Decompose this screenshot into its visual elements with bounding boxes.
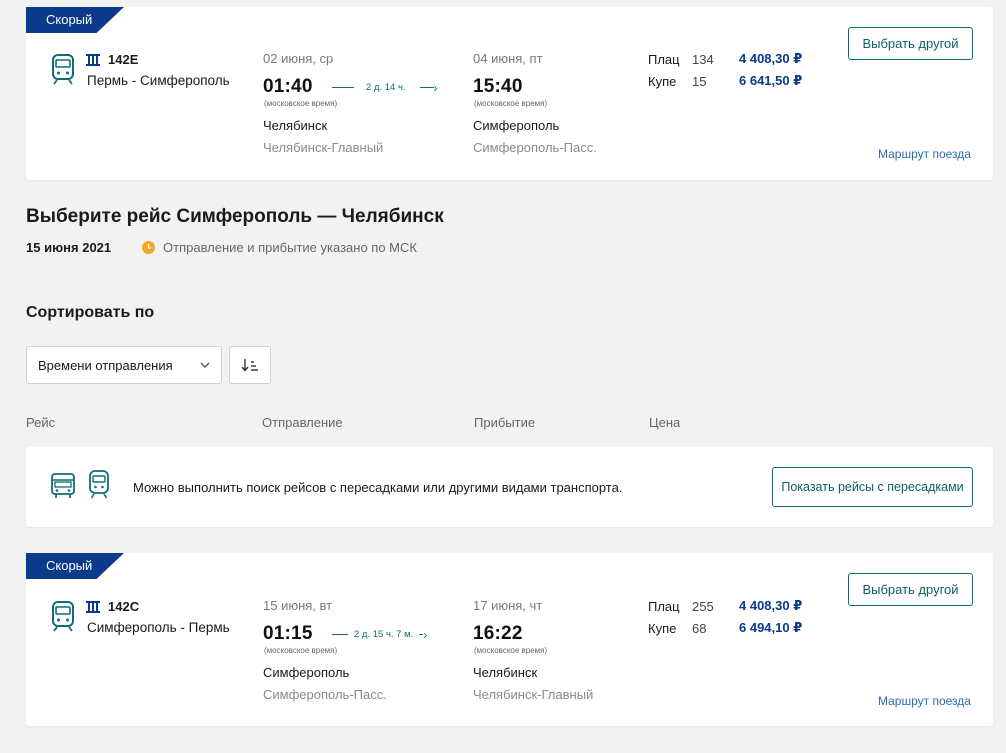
sort-title: Сортировать по: [26, 304, 155, 321]
sort-direction-button[interactable]: [229, 346, 271, 384]
depart-time: 01:15: [263, 623, 313, 644]
trip-card-1: Скорый 142Е Пермь - Симферополь 02 июня,…: [26, 7, 993, 180]
arrive-city: Челябинск: [473, 665, 538, 680]
show-transfers-button[interactable]: Показать рейсы с пересадками: [772, 467, 973, 507]
train-number: 142Е: [108, 52, 139, 67]
price-value: 4 408,30 ₽: [739, 51, 803, 66]
sort-select-value: Времени отправления: [38, 357, 173, 373]
price-row[interactable]: Плац 134 4 408,30 ₽: [648, 48, 802, 70]
column-header-price: Цена: [649, 415, 681, 430]
car-type: Купе: [648, 73, 677, 89]
depart-city: Симферополь: [263, 665, 350, 680]
train-route-link[interactable]: Маршрут поезда: [878, 147, 971, 161]
msk-time-note: Отправление и прибытие указано по МСК: [163, 240, 417, 255]
arrive-time: 16:22: [473, 623, 523, 644]
depart-date: 02 июня, ср: [263, 51, 334, 66]
arrive-time-note: (московское время): [474, 646, 548, 655]
train-type-badge: Скорый: [26, 7, 124, 33]
depart-station: Симферополь-Пасс.: [263, 687, 387, 702]
depart-station: Челябинск-Главный: [263, 140, 384, 155]
duration-text: 2 д. 14 ч.: [366, 82, 406, 93]
seat-count: 15: [692, 73, 707, 89]
depart-time-note: (московское время): [264, 646, 338, 655]
arrive-time-note: (московское время): [474, 99, 548, 108]
sort-select[interactable]: Времени отправления: [26, 346, 222, 384]
arrive-city: Симферополь: [473, 118, 560, 133]
train-icon: [89, 470, 109, 499]
column-header-depart: Отправление: [262, 415, 343, 430]
depart-time-note: (московское время): [264, 99, 338, 108]
price-value: 4 408,30 ₽: [739, 598, 803, 613]
price-row[interactable]: Купе 15 6 641,50 ₽: [648, 70, 802, 92]
arrive-time: 15:40: [473, 76, 523, 97]
train-number-row: 142Е: [86, 52, 138, 67]
seat-count: 255: [692, 598, 714, 614]
car-type: Плац: [648, 598, 680, 614]
arrive-date: 17 июня, чт: [473, 598, 543, 613]
choose-other-button[interactable]: Выбрать другой: [848, 573, 973, 606]
train-icon: [52, 601, 74, 632]
choose-other-button[interactable]: Выбрать другой: [848, 27, 973, 60]
clock-icon: [142, 241, 155, 254]
car-type: Плац: [648, 51, 680, 67]
trip-duration: 2 д. 14 ч. ›: [332, 80, 438, 95]
rail-icon: [86, 53, 100, 66]
seat-count: 134: [692, 51, 714, 67]
train-route: Пермь - Симферополь: [87, 73, 230, 88]
depart-date: 15 июня, вт: [263, 598, 333, 613]
train-route: Симферополь - Пермь: [87, 620, 230, 635]
train-icon: [52, 54, 74, 85]
arrive-station: Симферополь-Пасс.: [473, 140, 597, 155]
bus-icon: [51, 473, 75, 498]
price-list: Плац 255 4 408,30 ₽ Купе 68 6 494,10 ₽: [648, 595, 802, 639]
transfer-info-text: Можно выполнить поиск рейсов с пересадка…: [133, 480, 623, 495]
sort-ascending-icon: [241, 359, 258, 372]
seat-count: 68: [692, 620, 707, 636]
train-type-badge: Скорый: [26, 553, 124, 579]
chevron-down-icon: [200, 362, 210, 368]
column-header-arrive: Прибытие: [474, 415, 536, 430]
arrow-right-icon: ›: [423, 627, 428, 642]
price-value: 6 641,50 ₽: [739, 73, 803, 88]
price-row[interactable]: Купе 68 6 494,10 ₽: [648, 617, 802, 639]
transfer-info-card: Можно выполнить поиск рейсов с пересадка…: [26, 447, 993, 527]
price-row[interactable]: Плац 255 4 408,30 ₽: [648, 595, 802, 617]
price-value: 6 494,10 ₽: [739, 620, 803, 635]
depart-time: 01:40: [263, 76, 313, 97]
trip-card-2: Скорый 142С Симферополь - Пермь 15 июня,…: [26, 553, 993, 726]
duration-text: 2 д. 15 ч. 7 м.: [354, 629, 414, 640]
trip-duration: 2 д. 15 ч. 7 м. ›: [332, 627, 428, 642]
page-title: Выберите рейс Симферополь — Челябинск: [26, 206, 444, 227]
car-type: Купе: [648, 620, 677, 636]
rail-icon: [86, 600, 100, 613]
arrow-right-icon: ›: [433, 80, 438, 95]
arrive-date: 04 июня, пт: [473, 51, 543, 66]
arrive-station: Челябинск-Главный: [473, 687, 594, 702]
price-list: Плац 134 4 408,30 ₽ Купе 15 6 641,50 ₽: [648, 48, 802, 92]
search-date: 15 июня 2021: [26, 240, 112, 255]
column-header-trip: Рейс: [26, 415, 56, 430]
train-route-link[interactable]: Маршрут поезда: [878, 694, 971, 708]
depart-city: Челябинск: [263, 118, 328, 133]
train-number: 142С: [108, 599, 140, 614]
train-number-row: 142С: [86, 599, 139, 614]
